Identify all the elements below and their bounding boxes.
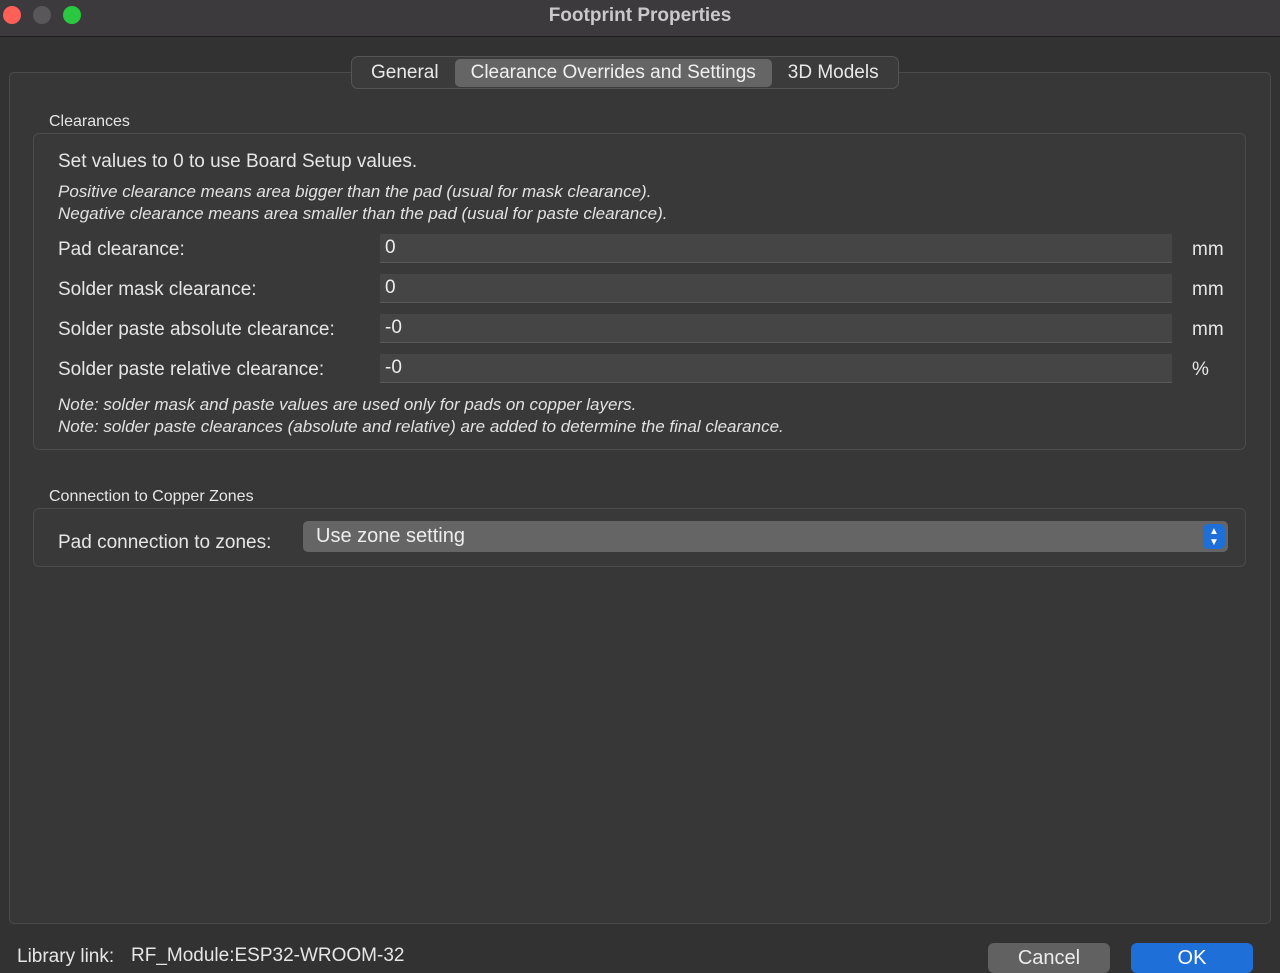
clearances-note-paste: Note: solder paste clearances (absolute … bbox=[58, 417, 784, 436]
tab-bar: General Clearance Overrides and Settings… bbox=[351, 56, 899, 89]
ok-button[interactable]: OK bbox=[1131, 943, 1253, 973]
solder-paste-relative-input[interactable] bbox=[380, 354, 1172, 383]
solder-mask-clearance-label: Solder mask clearance: bbox=[58, 279, 257, 300]
cancel-button[interactable]: Cancel bbox=[988, 943, 1110, 973]
tab-3d-models[interactable]: 3D Models bbox=[772, 59, 895, 87]
solder-paste-relative-unit: % bbox=[1192, 359, 1209, 380]
clearances-intro: Set values to 0 to use Board Setup value… bbox=[58, 151, 418, 172]
clearances-group-label: Clearances bbox=[49, 113, 130, 130]
chevron-up-down-icon: ▲ ▼ bbox=[1203, 524, 1225, 549]
library-link-value: RF_Module:ESP32-WROOM-32 bbox=[131, 945, 405, 966]
library-link-label: Library link: bbox=[17, 946, 115, 967]
pad-connection-label: Pad connection to zones: bbox=[58, 532, 272, 553]
pad-connection-selected-value: Use zone setting bbox=[316, 525, 465, 547]
solder-paste-absolute-unit: mm bbox=[1192, 319, 1224, 340]
tab-general[interactable]: General bbox=[355, 59, 455, 87]
solder-mask-clearance-unit: mm bbox=[1192, 279, 1224, 300]
pad-clearance-label: Pad clearance: bbox=[58, 239, 185, 260]
solder-paste-absolute-label: Solder paste absolute clearance: bbox=[58, 319, 335, 340]
pad-connection-select[interactable]: Use zone setting ▲ ▼ bbox=[303, 521, 1228, 552]
pad-clearance-input[interactable] bbox=[380, 234, 1172, 263]
clearances-hint-positive: Positive clearance means area bigger tha… bbox=[58, 182, 652, 201]
tab-clearance-overrides[interactable]: Clearance Overrides and Settings bbox=[454, 58, 772, 87]
title-bar: Footprint Properties bbox=[0, 0, 1280, 37]
clearances-hint-negative: Negative clearance means area smaller th… bbox=[58, 204, 668, 223]
pad-clearance-unit: mm bbox=[1192, 239, 1224, 260]
solder-paste-relative-label: Solder paste relative clearance: bbox=[58, 359, 325, 380]
solder-mask-clearance-input[interactable] bbox=[380, 274, 1172, 303]
solder-paste-absolute-input[interactable] bbox=[380, 314, 1172, 343]
zones-group-label: Connection to Copper Zones bbox=[49, 488, 254, 505]
clearances-note-copper: Note: solder mask and paste values are u… bbox=[58, 395, 637, 414]
window-title: Footprint Properties bbox=[548, 5, 732, 26]
